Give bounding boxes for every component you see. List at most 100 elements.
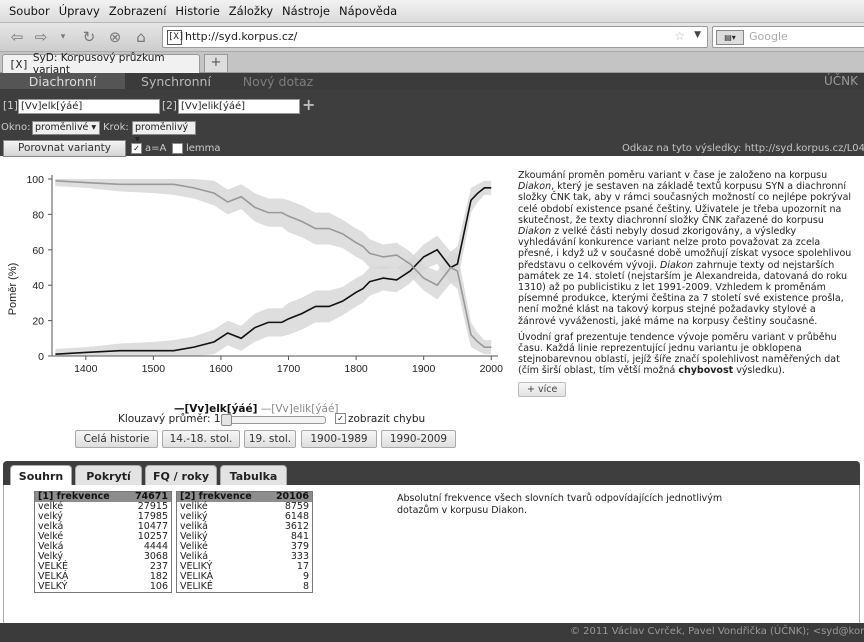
reload-icon[interactable]: ↻ [78, 27, 100, 47]
y-tick-label: 0 [38, 351, 44, 363]
frequency-table-1: [1] frekvence 74671 velké 27915 velký 17985 ve… [34, 491, 172, 593]
permalink-text[interactable]: Odkaz na tyto výsledky: http://syd.korpu… [622, 143, 864, 154]
navigation-toolbar: ⇦ ⇨ ▾ ↻ ⊗ ⌂ [X] http://syd.korpus.cz/ ☆ … [0, 23, 864, 52]
table-row: VELIKÉ 8 [177, 582, 313, 593]
forward-arrow-icon[interactable]: ⇨ [30, 27, 52, 47]
url-dropdown-icon[interactable]: ▼ [694, 30, 701, 40]
query1-input[interactable]: [Vv]elk[ýáé] [18, 99, 160, 114]
browser-tab-bar: [X] SyD: Korpusový průzkum variant + [0, 52, 864, 76]
query-panel: [1] [Vv]elk[ýáé] [2] [Vv]elik[ýáé] + Okn… [0, 89, 864, 157]
menu-edit[interactable]: Úpravy [59, 4, 100, 18]
step-select[interactable]: proměnlivý ▾ [132, 121, 196, 145]
y-tick-label: 20 [32, 316, 44, 328]
menu-help[interactable]: Nápověda [339, 4, 397, 18]
desc-p1-a: Zkoumání proměn poměru variant v čase je… [518, 170, 828, 181]
query1-label: [1] [3, 100, 18, 112]
search-placeholder[interactable]: Google [749, 30, 788, 43]
tab-favicon-icon: [X] [9, 57, 29, 71]
more-button[interactable]: + více [518, 381, 567, 397]
frequency-cell: 106 [149, 581, 168, 592]
bookmark-star-icon[interactable]: ☆ [674, 29, 685, 43]
web-page: Diachronní Synchronní Nový dotaz ÚČNK [1… [0, 73, 864, 642]
slider-handle[interactable] [221, 414, 232, 426]
table-row: VELKÝ 106 [35, 582, 172, 593]
back-arrow-icon[interactable]: ⇦ [6, 27, 28, 47]
y-tick-label: 40 [32, 280, 44, 292]
desc-p2-bold: chybovost [678, 365, 734, 377]
x-tick-label: 1900 [412, 363, 436, 375]
y-tick-label: 100 [26, 174, 44, 186]
case-checkbox[interactable]: ✓ [131, 143, 142, 154]
query2-label: [2] [162, 100, 177, 112]
range-1990-2009-button[interactable]: 1990-2009 [381, 430, 456, 448]
step-label: Krok: [103, 122, 129, 133]
tab-summary[interactable]: Souhrn [10, 465, 72, 487]
stop-icon[interactable]: ⊗ [104, 27, 126, 47]
range-1900-1989-button[interactable]: 1900-1989 [301, 430, 377, 448]
frequency-table-2: [2] frekvence 20106 veliké 8759 veliký 6148 ve… [176, 491, 313, 593]
y-axis-label: Poměr (%) [7, 263, 19, 316]
content-tab-bar: Souhrn Pokrytí FQ / roky Tabulka [3, 461, 860, 487]
address-bar[interactable]: [X] http://syd.korpus.cz/ ☆ ▼ [162, 26, 708, 48]
window-select[interactable]: proměnlivé ▾ [32, 121, 100, 135]
frequency-cell: 8 [302, 581, 309, 592]
smoothing-slider[interactable] [221, 414, 326, 426]
description-paragraph-1: Zkoumání proměn poměru variant v čase je… [518, 170, 856, 327]
query2-input[interactable]: [Vv]elik[ýáé] [178, 99, 300, 114]
search-engine-icon[interactable]: ▤▾ [716, 30, 744, 45]
url-text[interactable]: http://syd.korpus.cz/ [185, 30, 297, 43]
x-tick-label: 1800 [344, 363, 368, 375]
menu-file[interactable]: Soubor [9, 4, 50, 18]
home-icon[interactable]: ⌂ [130, 27, 152, 47]
menu-view[interactable]: Zobrazení [109, 4, 167, 18]
app-header: Diachronní Synchronní Nový dotaz ÚČNK [0, 73, 864, 89]
lemma-label: lemma [186, 143, 221, 154]
history-dropdown-icon[interactable]: ▾ [52, 27, 74, 47]
description-paragraph-2: Úvodní graf prezentuje tendence vývoje p… [518, 332, 856, 377]
menu-history[interactable]: Historie [175, 4, 219, 18]
desc-p1-diakon2: Diakon [518, 226, 552, 238]
range-all-button[interactable]: Celá historie [75, 430, 158, 448]
range-14-18-button[interactable]: 14.-18. stol. [162, 430, 240, 448]
word-form-cell: VELIKÉ [180, 581, 213, 592]
page-footer: © 2011 Václav Cvrček, Pavel Vondřička (Ú… [0, 623, 864, 642]
x-tick-label: 1400 [74, 363, 98, 375]
tab-coverage[interactable]: Pokrytí [75, 465, 142, 486]
add-query-icon[interactable]: + [302, 95, 315, 114]
lemma-checkbox[interactable] [172, 143, 183, 154]
tab-fq-years[interactable]: FQ / roky [145, 465, 217, 486]
desc-p1-diakon3: Diakon [660, 259, 694, 271]
y-tick-label: 60 [32, 245, 44, 257]
desc-p1-diakon: Diakon [518, 181, 552, 193]
window-label: Okno: [1, 122, 31, 133]
brand-logo[interactable]: ÚČNK [824, 74, 858, 88]
tab-synchronic[interactable]: Synchronní [125, 73, 227, 89]
browser-tab[interactable]: [X] SyD: Korpusový průzkum variant [2, 52, 200, 76]
legend-series-2[interactable]: [Vv]elik[ýáé] [271, 403, 338, 415]
new-tab-button[interactable]: + [204, 54, 228, 73]
menu-bookmarks[interactable]: Záložky [229, 4, 273, 18]
range-19-button[interactable]: 19. stol. [244, 430, 296, 448]
tab-diachronic[interactable]: Diachronní [0, 73, 125, 89]
compare-variants-button[interactable]: Porovnat varianty [3, 140, 126, 157]
site-favicon-icon: [X] [167, 30, 184, 45]
y-tick-label: 80 [32, 209, 44, 221]
summary-note: Absolutní frekvence všech slovních tvarů… [397, 493, 723, 516]
smoothing-label: Klouzavý průměr: 1 [118, 413, 221, 425]
tab-new-query[interactable]: Nový dotaz [227, 73, 329, 89]
menu-tools[interactable]: Nástroje [282, 4, 330, 18]
tab-table[interactable]: Tabulka [220, 465, 287, 486]
description-text: Zkoumání proměn poměru variant v čase je… [518, 170, 856, 397]
x-tick-label: 2000 [480, 363, 504, 375]
ratio-chart: Poměr (%) 0 20 40 60 80 100 1400 1500 1600 1700 18… [0, 161, 520, 411]
case-label: a=A [145, 143, 167, 154]
x-tick-label: 1700 [277, 363, 301, 375]
menu-bar: Soubor Úpravy Zobrazení Historie Záložky… [0, 0, 864, 23]
desc-p1-b: , který je sestaven na základě textů kor… [518, 181, 852, 226]
show-error-checkbox[interactable]: ✓ [335, 413, 346, 424]
footer-copyright: © 2011 Václav Cvrček, Pavel Vondřička (Ú… [570, 626, 864, 637]
x-tick-label: 1600 [209, 363, 233, 375]
word-form-cell: VELKÝ [38, 581, 68, 592]
x-tick-label: 1500 [142, 363, 166, 375]
search-box[interactable]: ▤▾ Google [712, 26, 864, 48]
